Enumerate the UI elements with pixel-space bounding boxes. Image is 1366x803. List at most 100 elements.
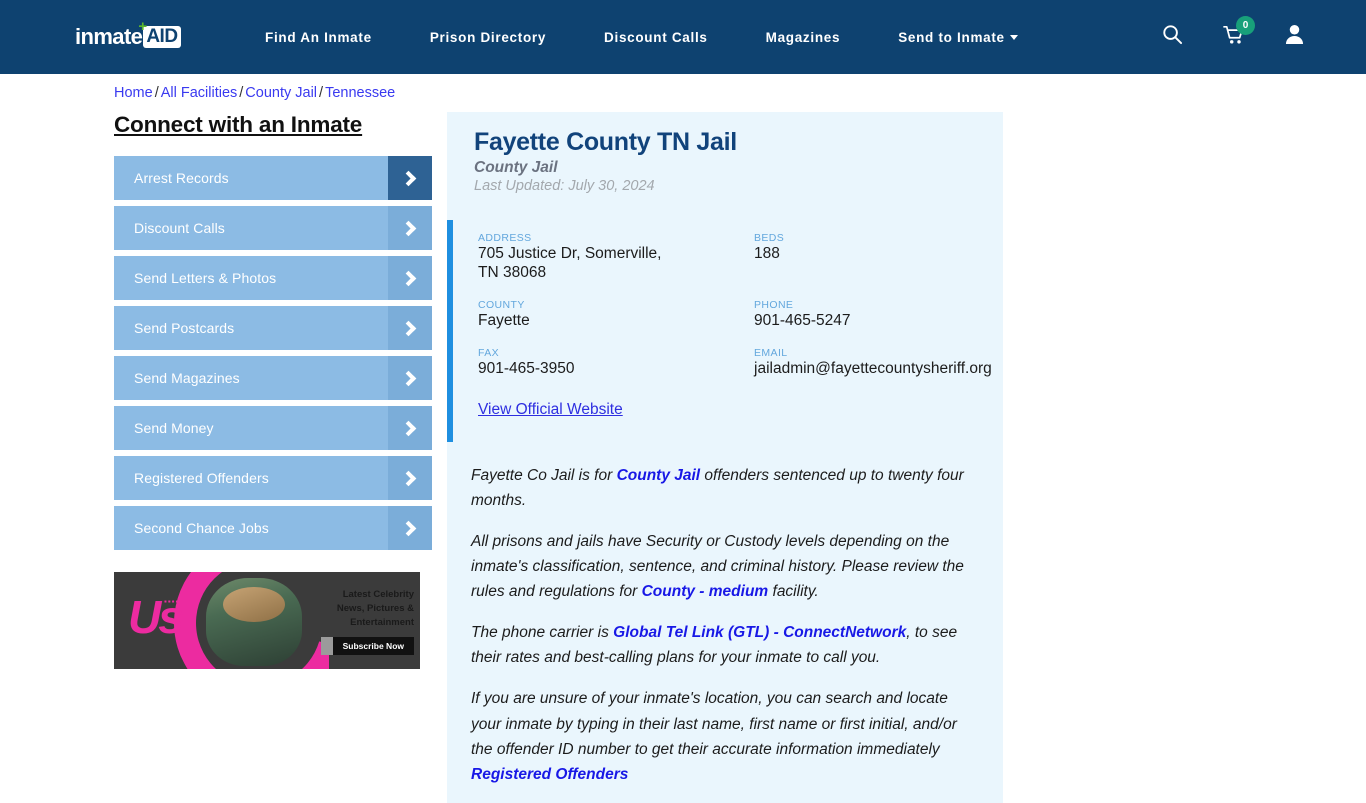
site-logo[interactable]: inmate + AID xyxy=(75,19,181,50)
description-paragraph-3: The phone carrier is Global Tel Link (GT… xyxy=(471,620,979,670)
info-label: BEDS xyxy=(754,232,785,244)
ad-copy: Latest Celebrity News, Pictures & Entert… xyxy=(318,588,414,656)
chevron-right-icon xyxy=(388,406,432,450)
facility-info-block: ADDRESS 705 Justice Dr, Somerville, TN 3… xyxy=(447,220,1003,442)
info-field-fax: FAX 901-465-3950 xyxy=(478,347,754,379)
chevron-down-icon xyxy=(1009,34,1018,40)
facility-header: Fayette County TN Jail County Jail Last … xyxy=(447,112,1003,194)
logo-badge-text: AID xyxy=(146,26,178,47)
breadcrumb: Home / All Facilities / County Jail / Tennesse… xyxy=(114,85,395,101)
page-title: Fayette County TN Jail xyxy=(474,128,737,156)
chevron-right-icon xyxy=(388,306,432,350)
chevron-right-icon xyxy=(388,456,432,500)
sidebar-item-label: Second Chance Jobs xyxy=(134,520,269,536)
user-icon[interactable] xyxy=(1285,24,1304,50)
county-jail-link[interactable]: County Jail xyxy=(617,467,701,484)
info-label: FAX xyxy=(478,346,500,359)
p2-text-b: facility. xyxy=(768,583,819,601)
sidebar-item-send-magazines[interactable]: Send Magazines xyxy=(114,356,432,400)
accent-bar xyxy=(447,220,453,442)
sidebar-item-label: Send Letters & Photos xyxy=(134,270,277,286)
sidebar-item-send-letters-photos[interactable]: Send Letters & Photos xyxy=(114,256,432,300)
advertisement-banner[interactable]: Us ▪▪▪▪ Latest Celebrity News, Pictures … xyxy=(114,572,420,669)
facility-description: Fayette Co Jail is for County Jail offen… xyxy=(447,419,1003,787)
nav-item-discount-calls[interactable]: Discount Calls xyxy=(604,30,708,45)
nav-label: Discount Calls xyxy=(604,29,708,45)
county-medium-link[interactable]: County - medium xyxy=(642,583,769,600)
last-updated-text: Last Updated: July 30, 2024 xyxy=(474,178,655,194)
info-value: Fayette xyxy=(478,311,530,329)
facility-info-grid: ADDRESS 705 Justice Dr, Somerville, TN 3… xyxy=(447,220,1003,379)
sidebar-item-second-chance-jobs[interactable]: Second Chance Jobs xyxy=(114,506,432,550)
nav-label: Magazines xyxy=(765,29,841,45)
ad-text-line-1: Latest Celebrity xyxy=(342,589,414,600)
description-paragraph-2: All prisons and jails have Security or C… xyxy=(471,529,979,604)
info-field-address: ADDRESS 705 Justice Dr, Somerville, TN 3… xyxy=(478,232,754,283)
registered-offenders-link[interactable]: Registered Offenders xyxy=(471,766,628,783)
sidebar-item-arrest-records[interactable]: Arrest Records xyxy=(114,156,432,200)
cart-icon[interactable]: 0 xyxy=(1223,15,1255,50)
info-label: ADDRESS xyxy=(478,232,532,244)
breadcrumb-separator: / xyxy=(319,85,324,101)
logo-plus-icon: + xyxy=(138,18,147,35)
chevron-right-icon xyxy=(388,206,432,250)
ad-brand-dots: ▪▪▪▪ xyxy=(164,597,180,606)
breadcrumb-item-all-facilities[interactable]: All Facilities xyxy=(161,85,238,101)
ad-artwork: Us ▪▪▪▪ xyxy=(114,572,329,669)
facility-type: County Jail xyxy=(474,159,558,176)
sidebar-item-send-money[interactable]: Send Money xyxy=(114,406,432,450)
view-official-website-link[interactable]: View Official Website xyxy=(478,401,623,419)
chevron-right-icon xyxy=(388,156,432,200)
sidebar-item-registered-offenders[interactable]: Registered Offenders xyxy=(114,456,432,500)
logo-aid-badge: + AID xyxy=(138,19,181,48)
breadcrumb-item-tennessee[interactable]: Tennessee xyxy=(325,85,395,101)
ad-text-line-3: Entertainment xyxy=(350,616,414,628)
search-icon[interactable] xyxy=(1162,24,1183,50)
nav-item-find-an-inmate[interactable]: Find An Inmate xyxy=(265,30,372,45)
info-value: 705 Justice Dr, Somerville, TN 38068 xyxy=(478,245,662,281)
cart-count-badge: 0 xyxy=(1236,15,1255,35)
info-field-county: COUNTY Fayette xyxy=(478,299,754,331)
p3-text-a: The phone carrier is xyxy=(471,624,614,642)
info-field-phone: PHONE 901-465-5247 xyxy=(754,299,1003,331)
breadcrumb-separator: / xyxy=(239,85,244,101)
breadcrumb-item-home[interactable]: Home xyxy=(114,85,153,101)
sidebar-item-label: Arrest Records xyxy=(134,170,229,186)
sidebar-item-label: Send Postcards xyxy=(134,320,235,336)
nav-label: Find An Inmate xyxy=(265,29,372,45)
chevron-right-icon xyxy=(388,356,432,400)
nav-item-send-to-inmate[interactable]: Send to Inmate xyxy=(898,30,1018,45)
sidebar-heading: Connect with an Inmate xyxy=(114,112,363,137)
phone-carrier-link[interactable]: Global Tel Link (GTL) - ConnectNetwork xyxy=(613,624,906,641)
info-value: 901-465-5247 xyxy=(754,311,851,329)
description-paragraph-4: If you are unsure of your inmate's locat… xyxy=(471,686,979,786)
nav-item-magazines[interactable]: Magazines xyxy=(766,30,841,45)
info-value: jailadmin@fayettecountysheriff.org xyxy=(754,359,992,377)
sidebar-item-label: Discount Calls xyxy=(134,220,225,236)
info-field-email: EMAIL jailadmin@fayettecountysheriff.org xyxy=(754,347,1003,379)
breadcrumb-item-county-jail[interactable]: County Jail xyxy=(245,85,317,101)
p4-text-a: If you are unsure of your inmate's locat… xyxy=(471,690,957,758)
logo-wordmark: inmate xyxy=(75,24,143,49)
sidebar-item-discount-calls[interactable]: Discount Calls xyxy=(114,206,432,250)
nav-item-prison-directory[interactable]: Prison Directory xyxy=(430,30,546,45)
description-paragraph-1: Fayette Co Jail is for County Jail offen… xyxy=(471,463,979,513)
nav-label: Send to Inmate xyxy=(898,29,1005,45)
ad-text-line-2: News, Pictures & xyxy=(336,602,414,614)
info-value: 188 xyxy=(754,245,780,262)
chevron-right-icon xyxy=(388,506,432,550)
chevron-right-icon xyxy=(388,256,432,300)
sidebar-item-send-postcards[interactable]: Send Postcards xyxy=(114,306,432,350)
info-label: PHONE xyxy=(754,298,794,311)
p1-text-a: Fayette Co Jail is for xyxy=(471,466,617,484)
info-field-beds: BEDS 188 xyxy=(754,232,1003,283)
breadcrumb-separator: / xyxy=(154,85,159,101)
info-value: 901-465-3950 xyxy=(478,359,575,377)
ad-subscribe-button[interactable]: Subscribe Now xyxy=(320,637,414,656)
nav-label: Prison Directory xyxy=(429,29,547,45)
sidebar-item-label: Send Money xyxy=(134,420,214,436)
main-navigation: Find An Inmate Prison Directory Discount… xyxy=(265,0,1018,74)
ad-photo xyxy=(206,578,302,666)
sidebar-item-label: Send Magazines xyxy=(134,370,240,386)
info-label: EMAIL xyxy=(754,346,788,359)
